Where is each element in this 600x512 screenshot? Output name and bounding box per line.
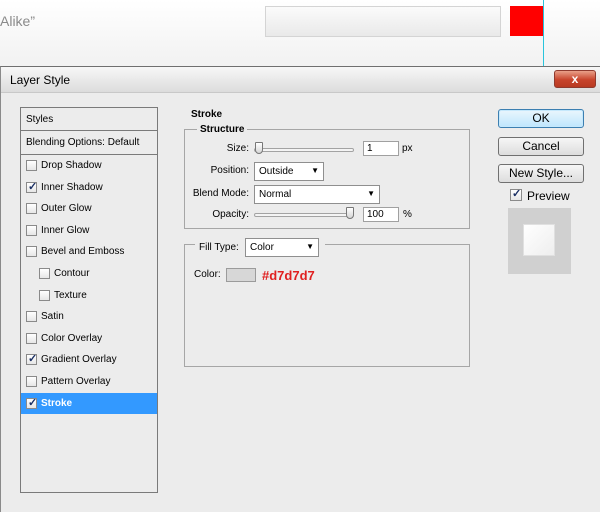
style-item-checkbox[interactable]: ✓ [26,353,38,366]
check-icon: ✓ [28,180,38,193]
style-item-label: Color Overlay [41,332,103,344]
dialog-titlebar[interactable]: Layer Style x [1,67,600,93]
fill-type-value: Color [250,242,274,253]
styles-list: Styles Blending Options: Default Drop Sh… [20,107,158,493]
style-item-label: Outer Glow [41,203,92,215]
canvas-guide-line [543,0,544,68]
style-item-label: Drop Shadow [41,160,102,171]
style-item-checkbox[interactable] [39,289,50,301]
style-item-checkbox[interactable] [26,246,37,258]
size-unit: px [402,143,413,154]
size-label: Size: [226,143,249,154]
style-item-checkbox[interactable] [26,311,37,323]
style-item-checkbox[interactable] [39,268,50,279]
style-item-checkbox[interactable] [26,332,37,344]
blend-mode-label: Blend Mode: [192,188,249,199]
stroke-section-title: Stroke [191,109,223,120]
canvas-snippet-text: Alike” [0,13,36,29]
fill-type-label: Fill Type: [199,242,239,253]
canvas-red-swatch [510,6,544,36]
opacity-slider-track[interactable] [254,213,354,217]
style-item-outer-glow[interactable]: Outer Glow [21,198,157,219]
position-value: Outside [259,166,294,177]
position-label: Position: [210,165,249,176]
cancel-button[interactable]: Cancel [498,137,584,156]
fill-type-select[interactable]: Color ▼ [245,238,319,257]
fill-type-row: Fill Type: Color ▼ [195,237,325,259]
chevron-down-icon: ▼ [367,189,375,198]
position-select[interactable]: Outside ▼ [254,162,324,181]
preview-thumbnail [508,208,571,274]
style-item-label: Contour [54,268,90,279]
dialog-title: Layer Style [10,73,71,87]
style-item-checkbox[interactable]: ✓ [26,180,38,193]
canvas-gray-box [265,6,501,37]
chevron-down-icon: ▼ [306,242,314,251]
style-item-inner-shadow[interactable]: ✓ Inner Shadow [21,177,157,198]
opacity-input[interactable]: 100 [363,207,399,222]
style-item-gradient-overlay[interactable]: ✓ Gradient Overlay [21,349,157,370]
blend-mode-select[interactable]: Normal ▼ [254,185,380,204]
style-item-checkbox[interactable]: ✓ [26,396,38,409]
style-item-drop-shadow[interactable]: Drop Shadow [21,155,157,176]
check-icon: ✓ [28,353,38,366]
style-item-bevel-and-emboss[interactable]: Bevel and Emboss [21,241,157,262]
color-label: Color: [194,269,221,280]
style-item-label: Satin [41,311,64,323]
blend-mode-value: Normal [259,189,292,200]
close-icon: x [571,72,579,86]
style-item-stroke[interactable]: ✓ Stroke [21,392,157,414]
blending-options-item[interactable]: Blending Options: Default [21,131,157,155]
check-icon: ✓ [28,396,38,409]
style-item-checkbox[interactable] [26,376,37,387]
style-item-label: Bevel and Emboss [41,246,125,258]
style-item-checkbox[interactable] [26,203,37,215]
style-item-texture[interactable]: Texture [21,285,157,306]
style-item-satin[interactable]: Satin [21,306,157,327]
style-item-label: Inner Glow [41,224,90,236]
color-hex-text: #d7d7d7 [262,268,315,283]
style-item-checkbox[interactable] [26,224,37,236]
opacity-unit: % [403,209,412,220]
opacity-slider-thumb[interactable] [346,207,354,219]
style-item-inner-glow[interactable]: Inner Glow [21,220,157,241]
style-item-contour[interactable]: Contour [21,263,157,284]
preview-label: Preview [527,189,570,203]
style-item-pattern-overlay[interactable]: Pattern Overlay [21,371,157,392]
size-input[interactable]: 1 [363,141,399,156]
style-item-label: Gradient Overlay [41,354,117,366]
fill-group [184,244,470,367]
style-item-label: Texture [54,289,87,301]
opacity-label: Opacity: [212,209,249,220]
chevron-down-icon: ▼ [311,166,319,175]
style-item-label: Inner Shadow [41,181,103,193]
color-swatch[interactable] [226,268,256,282]
ok-button[interactable]: OK [498,109,584,128]
check-icon: ✓ [512,188,522,200]
style-item-color-overlay[interactable]: Color Overlay [21,328,157,349]
style-item-label: Stroke [41,397,73,409]
preview-checkbox[interactable]: ✓ [510,188,522,201]
styles-list-header[interactable]: Styles [21,108,157,131]
close-button[interactable]: x [554,70,596,88]
style-item-checkbox[interactable] [26,160,37,171]
new-style-button[interactable]: New Style... [498,164,584,183]
structure-title: Structure [197,124,248,135]
preview-inner-swatch [523,224,555,256]
style-item-label: Pattern Overlay [41,376,111,387]
size-slider-thumb[interactable] [254,142,263,154]
layer-style-dialog: Layer Style x Styles Blending Options: D… [0,66,600,512]
size-slider-track[interactable] [254,148,354,152]
